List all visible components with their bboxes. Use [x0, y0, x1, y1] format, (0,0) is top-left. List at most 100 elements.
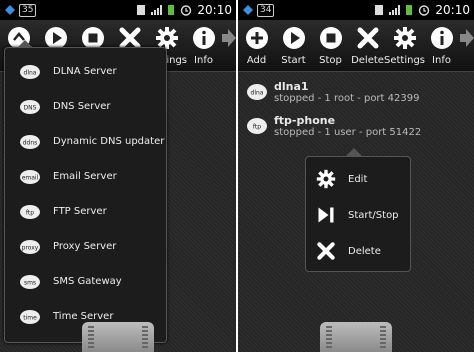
svg-text:dlna: dlna	[24, 69, 37, 76]
toolbar-label: Settings	[384, 55, 426, 66]
toolbar-add-button[interactable]: Add	[238, 20, 275, 72]
app-notification-icon	[5, 5, 15, 15]
context-item-edit[interactable]: Edit	[306, 161, 410, 197]
svg-text:sms: sms	[24, 279, 36, 286]
battery-icon	[168, 5, 175, 15]
menu-item-email-server[interactable]: email Email Server	[5, 159, 166, 194]
dlna-server-icon: dlna	[247, 84, 267, 100]
toolbar-label: Delete	[351, 55, 384, 66]
status-bar: 34 20:10	[238, 0, 474, 20]
server-status: stopped - 1 root - port 42399	[274, 93, 420, 104]
sms-gateway-icon: sms	[20, 274, 40, 289]
app-notification-icon	[243, 5, 253, 15]
toolbar-stop-button[interactable]: Stop	[312, 20, 349, 72]
dlna-server-icon: dlna	[20, 64, 40, 79]
ddns-icon: ddns	[20, 134, 40, 149]
server-name: ftp-phone	[274, 114, 336, 127]
svg-text:time: time	[23, 314, 37, 321]
time-server-icon: time	[20, 309, 40, 324]
svg-text:DNS: DNS	[24, 104, 37, 111]
context-item-label: Delete	[348, 245, 381, 257]
toolbar-label: Stop	[319, 55, 342, 66]
gear-icon	[393, 27, 416, 49]
menu-item-label: Proxy Server	[53, 241, 117, 252]
sd-card-icon	[137, 5, 146, 15]
menu-item-label: SMS Gateway	[53, 276, 122, 287]
proxy-server-icon: proxy	[20, 239, 40, 254]
notification-count: 34	[257, 3, 275, 17]
context-item-delete[interactable]: Delete	[306, 233, 410, 269]
grip-left	[326, 326, 332, 348]
grip-right	[142, 326, 148, 348]
menu-item-label: Dynamic DNS updater	[53, 136, 165, 147]
signal-icon	[151, 5, 163, 15]
toolbar-delete-button[interactable]: Delete	[349, 20, 386, 72]
context-item-label: Edit	[348, 173, 368, 185]
server-context-menu: Edit Start/Stop Delete	[305, 156, 411, 272]
toolbar-start-button[interactable]: Start	[275, 20, 312, 72]
menu-item-label: Email Server	[53, 171, 117, 182]
ftp-server-icon: ftp	[20, 204, 40, 219]
server-row-dlna1[interactable]: dlna dlna1 stopped - 1 root - port 42399	[238, 74, 474, 110]
overflow-arrow-icon	[222, 29, 236, 47]
add-server-menu: dlna DLNA Server DNS DNS Server ddns Dyn…	[4, 40, 167, 343]
grip-right	[380, 326, 386, 348]
toolbar-label: Add	[246, 55, 267, 66]
toolbar-more-button[interactable]	[222, 20, 236, 72]
context-menu-pointer	[346, 148, 362, 156]
delete-icon	[357, 27, 378, 49]
alarm-icon	[419, 5, 430, 16]
grip-left	[88, 326, 94, 348]
dns-server-icon: DNS	[20, 99, 40, 114]
right-screen: 34 20:10 Add Start Stop Delete Settings …	[238, 0, 474, 352]
gear-icon	[316, 169, 336, 189]
email-server-icon: email	[20, 169, 40, 184]
battery-icon	[406, 5, 413, 15]
status-bar: 35 20:10	[0, 0, 236, 20]
context-item-start-stop[interactable]: Start/Stop	[306, 197, 410, 233]
toolbar-label: Start	[281, 55, 306, 66]
drawer-handle[interactable]	[320, 322, 392, 352]
drawer-handle[interactable]	[82, 322, 154, 352]
svg-text:proxy: proxy	[22, 244, 39, 251]
info-icon	[192, 27, 215, 49]
notification-count: 35	[19, 3, 37, 17]
menu-item-label: FTP Server	[53, 206, 107, 217]
toolbar-more-button[interactable]	[460, 20, 474, 72]
alarm-icon	[181, 5, 192, 16]
delete-icon	[317, 242, 335, 260]
context-item-label: Start/Stop	[348, 209, 399, 221]
server-row-ftp-phone[interactable]: ftp ftp-phone stopped - 1 user - port 51…	[238, 108, 474, 144]
toolbar-settings-button[interactable]: Settings	[384, 20, 426, 72]
svg-text:email: email	[22, 174, 39, 181]
menu-item-label: Time Server	[53, 311, 114, 322]
play-pause-icon	[318, 207, 334, 223]
toolbar-info-button[interactable]: Info	[423, 20, 460, 72]
menu-item-ftp-server[interactable]: ftp FTP Server	[5, 194, 166, 229]
svg-text:ddns: ddns	[23, 139, 38, 146]
toolbar-label: Info	[432, 55, 451, 66]
plus-icon	[245, 27, 268, 49]
menu-item-dynamic-dns-updater[interactable]: ddns Dynamic DNS updater	[5, 124, 166, 159]
menu-item-sms-gateway[interactable]: sms SMS Gateway	[5, 264, 166, 299]
ftp-server-icon: ftp	[247, 118, 267, 134]
overflow-arrow-icon	[460, 29, 474, 47]
menu-item-proxy-server[interactable]: proxy Proxy Server	[5, 229, 166, 264]
play-icon	[282, 27, 305, 49]
menu-item-dlna-server[interactable]: dlna DLNA Server	[5, 54, 166, 89]
svg-text:dlna: dlna	[251, 90, 264, 97]
toolbar-info-button[interactable]: Info	[185, 20, 222, 72]
server-status: stopped - 1 user - port 51422	[274, 127, 422, 138]
clock: 20:10	[197, 3, 232, 17]
menu-item-label: DNS Server	[53, 101, 111, 112]
menu-item-label: DLNA Server	[53, 66, 117, 77]
info-icon	[430, 27, 453, 49]
left-screen: 35 20:10 Settings	[0, 0, 236, 352]
signal-icon	[389, 5, 401, 15]
toolbar-label: Info	[194, 55, 213, 66]
action-toolbar: Add Start Stop Delete Settings Info	[238, 20, 474, 72]
stop-icon	[319, 27, 342, 49]
svg-text:ftp: ftp	[253, 124, 261, 131]
menu-item-dns-server[interactable]: DNS DNS Server	[5, 89, 166, 124]
sd-card-icon	[375, 5, 384, 15]
